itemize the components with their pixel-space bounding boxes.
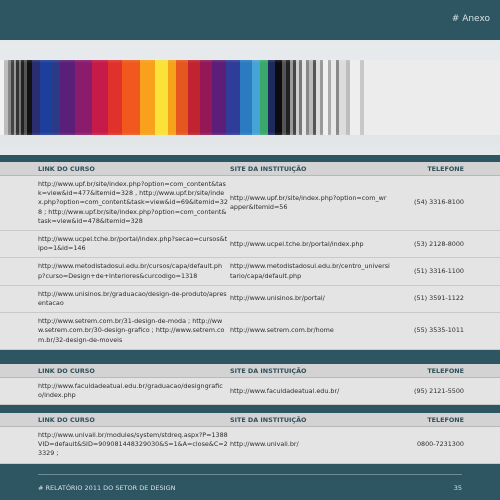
header-link-do-curso: LINK DO CURSO	[38, 366, 95, 375]
header-site-instituicao: SITE DA INSTITUIÇÃO	[230, 366, 307, 375]
phone: (53) 2128-8000	[414, 239, 464, 248]
institution-site[interactable]: http://www.faculdadeatual.edu.br/	[228, 383, 390, 400]
courses-table-1: LINK DO CURSO SITE DA INSTITUIÇÃO TELEFO…	[0, 162, 500, 350]
table-header: LINK DO CURSO SITE DA INSTITUIÇÃO TELEFO…	[0, 364, 500, 378]
table-row: http://www.setrem.com.br/31-design-de-mo…	[0, 313, 500, 350]
table-row: http://www.unisinos.br/graduacao/design-…	[0, 286, 500, 314]
table-header: LINK DO CURSO SITE DA INSTITUIÇÃO TELEFO…	[0, 162, 500, 176]
phone: (55) 3535-1011	[414, 326, 464, 335]
institution-site[interactable]: http://www.unisinos.br/portal/	[228, 290, 390, 307]
table-row: http://www.univali.br/modules/system/std…	[0, 427, 500, 464]
institution-site[interactable]: http://www.univali.br/	[228, 436, 390, 453]
header-site-instituicao: SITE DA INSTITUIÇÃO	[230, 164, 307, 173]
courses-table-2: LINK DO CURSO SITE DA INSTITUIÇÃO TELEFO…	[0, 364, 500, 406]
course-link[interactable]: http://www.unisinos.br/graduacao/design-…	[0, 286, 228, 312]
header-link-do-curso: LINK DO CURSO	[38, 164, 95, 173]
phone: 0800-7231300	[416, 440, 464, 449]
banner-fade-overlay	[0, 40, 500, 155]
institution-site[interactable]: http://www.upf.br/site/index.php?option=…	[228, 190, 390, 216]
course-link[interactable]: http://www.ucpel.tche.br/portal/index.ph…	[0, 231, 228, 257]
course-link[interactable]: http://www.univali.br/modules/system/std…	[0, 427, 228, 463]
phone: (51) 3591-1122	[414, 294, 464, 303]
institution-site[interactable]: http://www.metodistadosul.edu.br/centro_…	[228, 258, 390, 284]
course-link[interactable]: http://www.faculdadeatual.edu.br/graduac…	[0, 378, 228, 404]
phone: (54) 3316-8100	[414, 198, 464, 207]
table-row: http://www.upf.br/site/index.php?option=…	[0, 176, 500, 232]
course-link[interactable]: http://www.upf.br/site/index.php?option=…	[0, 176, 228, 230]
header-link-do-curso: LINK DO CURSO	[38, 415, 95, 424]
institution-site[interactable]: http://www.ucpel.tche.br/portal/index.ph…	[228, 236, 390, 253]
course-link[interactable]: http://www.setrem.com.br/31-design-de-mo…	[0, 313, 228, 349]
institution-site[interactable]: http://www.setrem.com.br/home	[228, 322, 390, 339]
section-label: # Anexo	[451, 14, 490, 24]
table-row: http://www.ucpel.tche.br/portal/index.ph…	[0, 231, 500, 259]
header-site-instituicao: SITE DA INSTITUIÇÃO	[230, 415, 307, 424]
page-number: 35	[453, 483, 462, 492]
header-telefone: TELEFONE	[427, 164, 464, 173]
page-footer: # RELATÓRIO 2011 DO SETOR DE DESIGN 35	[38, 474, 462, 500]
courses-table-3: LINK DO CURSO SITE DA INSTITUIÇÃO TELEFO…	[0, 413, 500, 464]
table-header: LINK DO CURSO SITE DA INSTITUIÇÃO TELEFO…	[0, 413, 500, 427]
table-row: http://www.faculdadeatual.edu.br/graduac…	[0, 378, 500, 406]
table-row: http://www.metodistadosul.edu.br/cursos/…	[0, 258, 500, 286]
phone: (95) 2121-5500	[414, 386, 464, 395]
header-telefone: TELEFONE	[427, 366, 464, 375]
phone: (51) 3316-1100	[414, 267, 464, 276]
header-telefone: TELEFONE	[427, 415, 464, 424]
course-link[interactable]: http://www.metodistadosul.edu.br/cursos/…	[0, 258, 228, 284]
color-stripe-banner	[0, 40, 500, 155]
footer-title: # RELATÓRIO 2011 DO SETOR DE DESIGN	[38, 483, 176, 492]
